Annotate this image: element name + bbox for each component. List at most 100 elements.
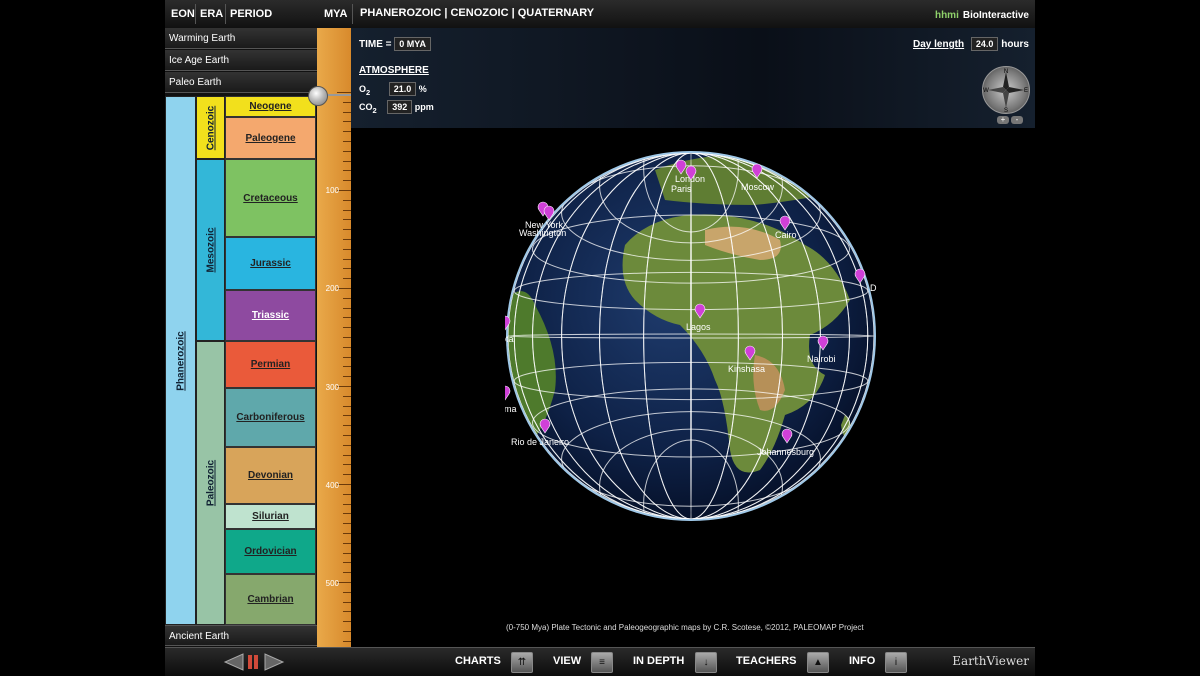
period-jurassic[interactable]: Jurassic: [225, 237, 316, 290]
period-column-header[interactable]: PERIOD: [230, 8, 272, 20]
eon-phanerozoic[interactable]: Phanerozoic: [165, 96, 196, 625]
period-permian[interactable]: Permian: [225, 341, 316, 388]
preset-ancient-earth[interactable]: Ancient Earth: [165, 625, 317, 646]
period-triassic[interactable]: Triassic: [225, 290, 316, 341]
layers-icon[interactable]: ≡: [591, 652, 613, 673]
era-column-header[interactable]: ERA: [200, 8, 223, 20]
pause-icon[interactable]: [254, 655, 258, 669]
preset-paleo-earth[interactable]: Paleo Earth: [165, 72, 317, 93]
pause-icon[interactable]: [248, 655, 252, 669]
earthviewer-logo: EarthViewer: [952, 654, 1029, 668]
ruler-tick: [343, 415, 351, 417]
view-button[interactable]: VIEW: [553, 655, 581, 667]
zoom-out-button[interactable]: -: [1011, 116, 1023, 124]
city-pin-icon[interactable]: [505, 385, 511, 401]
eon-label: Phanerozoic: [175, 330, 186, 391]
city-label: Lagos: [686, 322, 711, 332]
ruler-tick: [337, 484, 351, 485]
ruler-tick: [337, 92, 351, 93]
preset-ice-age-earth[interactable]: Ice Age Earth: [165, 50, 317, 71]
city-label: Moscow: [741, 182, 775, 192]
preset-warming-earth[interactable]: Warming Earth: [165, 28, 317, 49]
ruler-tick: [343, 454, 351, 456]
ruler-label-400: 400: [325, 481, 339, 490]
ruler-tick: [343, 101, 351, 103]
ruler-tick: [343, 150, 351, 152]
city-label: Bogota: [505, 334, 514, 344]
graduation-cap-icon[interactable]: ▲: [807, 652, 829, 673]
ruler-tick: [343, 640, 351, 642]
era-paleozoic[interactable]: Paleozoic: [196, 341, 225, 625]
period-ordovician[interactable]: Ordovician: [225, 529, 316, 574]
ruler-tick: [343, 111, 351, 113]
time-slider-handle[interactable]: [308, 86, 328, 106]
compass-e: E: [1024, 88, 1028, 94]
zoom-in-button[interactable]: +: [997, 116, 1009, 124]
period-carboniferous[interactable]: Carboniferous: [225, 388, 316, 447]
city-label: Kinshasa: [728, 364, 765, 374]
ruler-tick: [343, 513, 351, 515]
period-silurian[interactable]: Silurian: [225, 504, 316, 529]
eon-column-header[interactable]: EON: [171, 8, 195, 20]
day-length-readout: Day length 24.0 hours: [913, 37, 1029, 51]
charts-button[interactable]: CHARTS: [455, 655, 501, 667]
ruler-tick: [343, 327, 351, 329]
ruler-tick: [343, 258, 351, 260]
o2-subscript: 2: [366, 87, 371, 97]
ruler-tick: [343, 209, 351, 211]
compass-w: W: [983, 88, 989, 94]
time-ruler[interactable]: 100 200 300 400 500: [317, 28, 351, 647]
compass-icon[interactable]: N S W E: [982, 66, 1030, 114]
ruler-tick: [343, 444, 351, 446]
ruler-tick: [343, 591, 351, 593]
timeline-panel: Warming Earth Ice Age Earth Paleo Earth …: [165, 28, 317, 675]
ruler-tick: [343, 405, 351, 407]
era-mesozoic[interactable]: Mesozoic: [196, 159, 225, 341]
era-cenozoic[interactable]: Cenozoic: [196, 96, 225, 159]
period-cambrian[interactable]: Cambrian: [225, 574, 316, 625]
ruler-tick: [343, 601, 351, 603]
co2-unit: ppm: [414, 102, 434, 112]
ruler-tick: [343, 366, 351, 368]
ruler-label-500: 500: [325, 579, 339, 588]
ruler-tick: [343, 562, 351, 564]
time-breadcrumb: PHANEROZOIC | CENOZOIC | QUATERNARY: [360, 7, 595, 19]
city-label: Rio de Janeiro: [511, 437, 569, 447]
teachers-button[interactable]: TEACHERS: [736, 655, 797, 667]
down-arrow-icon[interactable]: ↓: [695, 652, 717, 673]
ruler-tick: [343, 170, 351, 172]
period-devonian[interactable]: Devonian: [225, 447, 316, 504]
ruler-tick: [343, 523, 351, 525]
city-label: Cairo: [775, 230, 797, 240]
ruler-tick: [343, 493, 351, 495]
ruler-label-200: 200: [325, 284, 339, 293]
day-length-label[interactable]: Day length: [913, 39, 964, 50]
charts-icon[interactable]: ⇈: [511, 652, 533, 673]
ruler-tick: [343, 307, 351, 309]
ruler-tick: [337, 386, 351, 387]
ruler-tick: [343, 248, 351, 250]
rewind-icon[interactable]: [223, 653, 244, 671]
ruler-tick: [343, 552, 351, 554]
ruler-tick: [343, 141, 351, 142]
ruler-tick: [343, 611, 351, 613]
co2-subscript: 2: [372, 105, 377, 115]
mya-header: MYA: [324, 8, 348, 20]
ruler-label-100: 100: [325, 186, 339, 195]
period-paleogene[interactable]: Paleogene: [225, 117, 316, 159]
forward-icon[interactable]: [264, 653, 285, 671]
in-depth-button[interactable]: IN DEPTH: [633, 655, 684, 667]
ruler-tick: [343, 621, 351, 623]
o2-readout: O2 21.0 %: [359, 82, 427, 97]
ruler-tick: [343, 180, 351, 182]
period-cretaceous[interactable]: Cretaceous: [225, 159, 316, 237]
city-label: Lima: [505, 404, 517, 414]
info-icon[interactable]: i: [885, 652, 907, 673]
ruler-tick: [343, 219, 351, 221]
ruler-tick: [343, 395, 351, 397]
day-length-unit: hours: [1001, 39, 1029, 50]
earth-globe[interactable]: LondonParisMoscowNew YorkWashingtonCairo…: [505, 150, 877, 522]
info-button[interactable]: INFO: [849, 655, 875, 667]
atmosphere-heading[interactable]: ATMOSPHERE: [359, 65, 429, 76]
period-neogene[interactable]: Neogene: [225, 96, 316, 117]
